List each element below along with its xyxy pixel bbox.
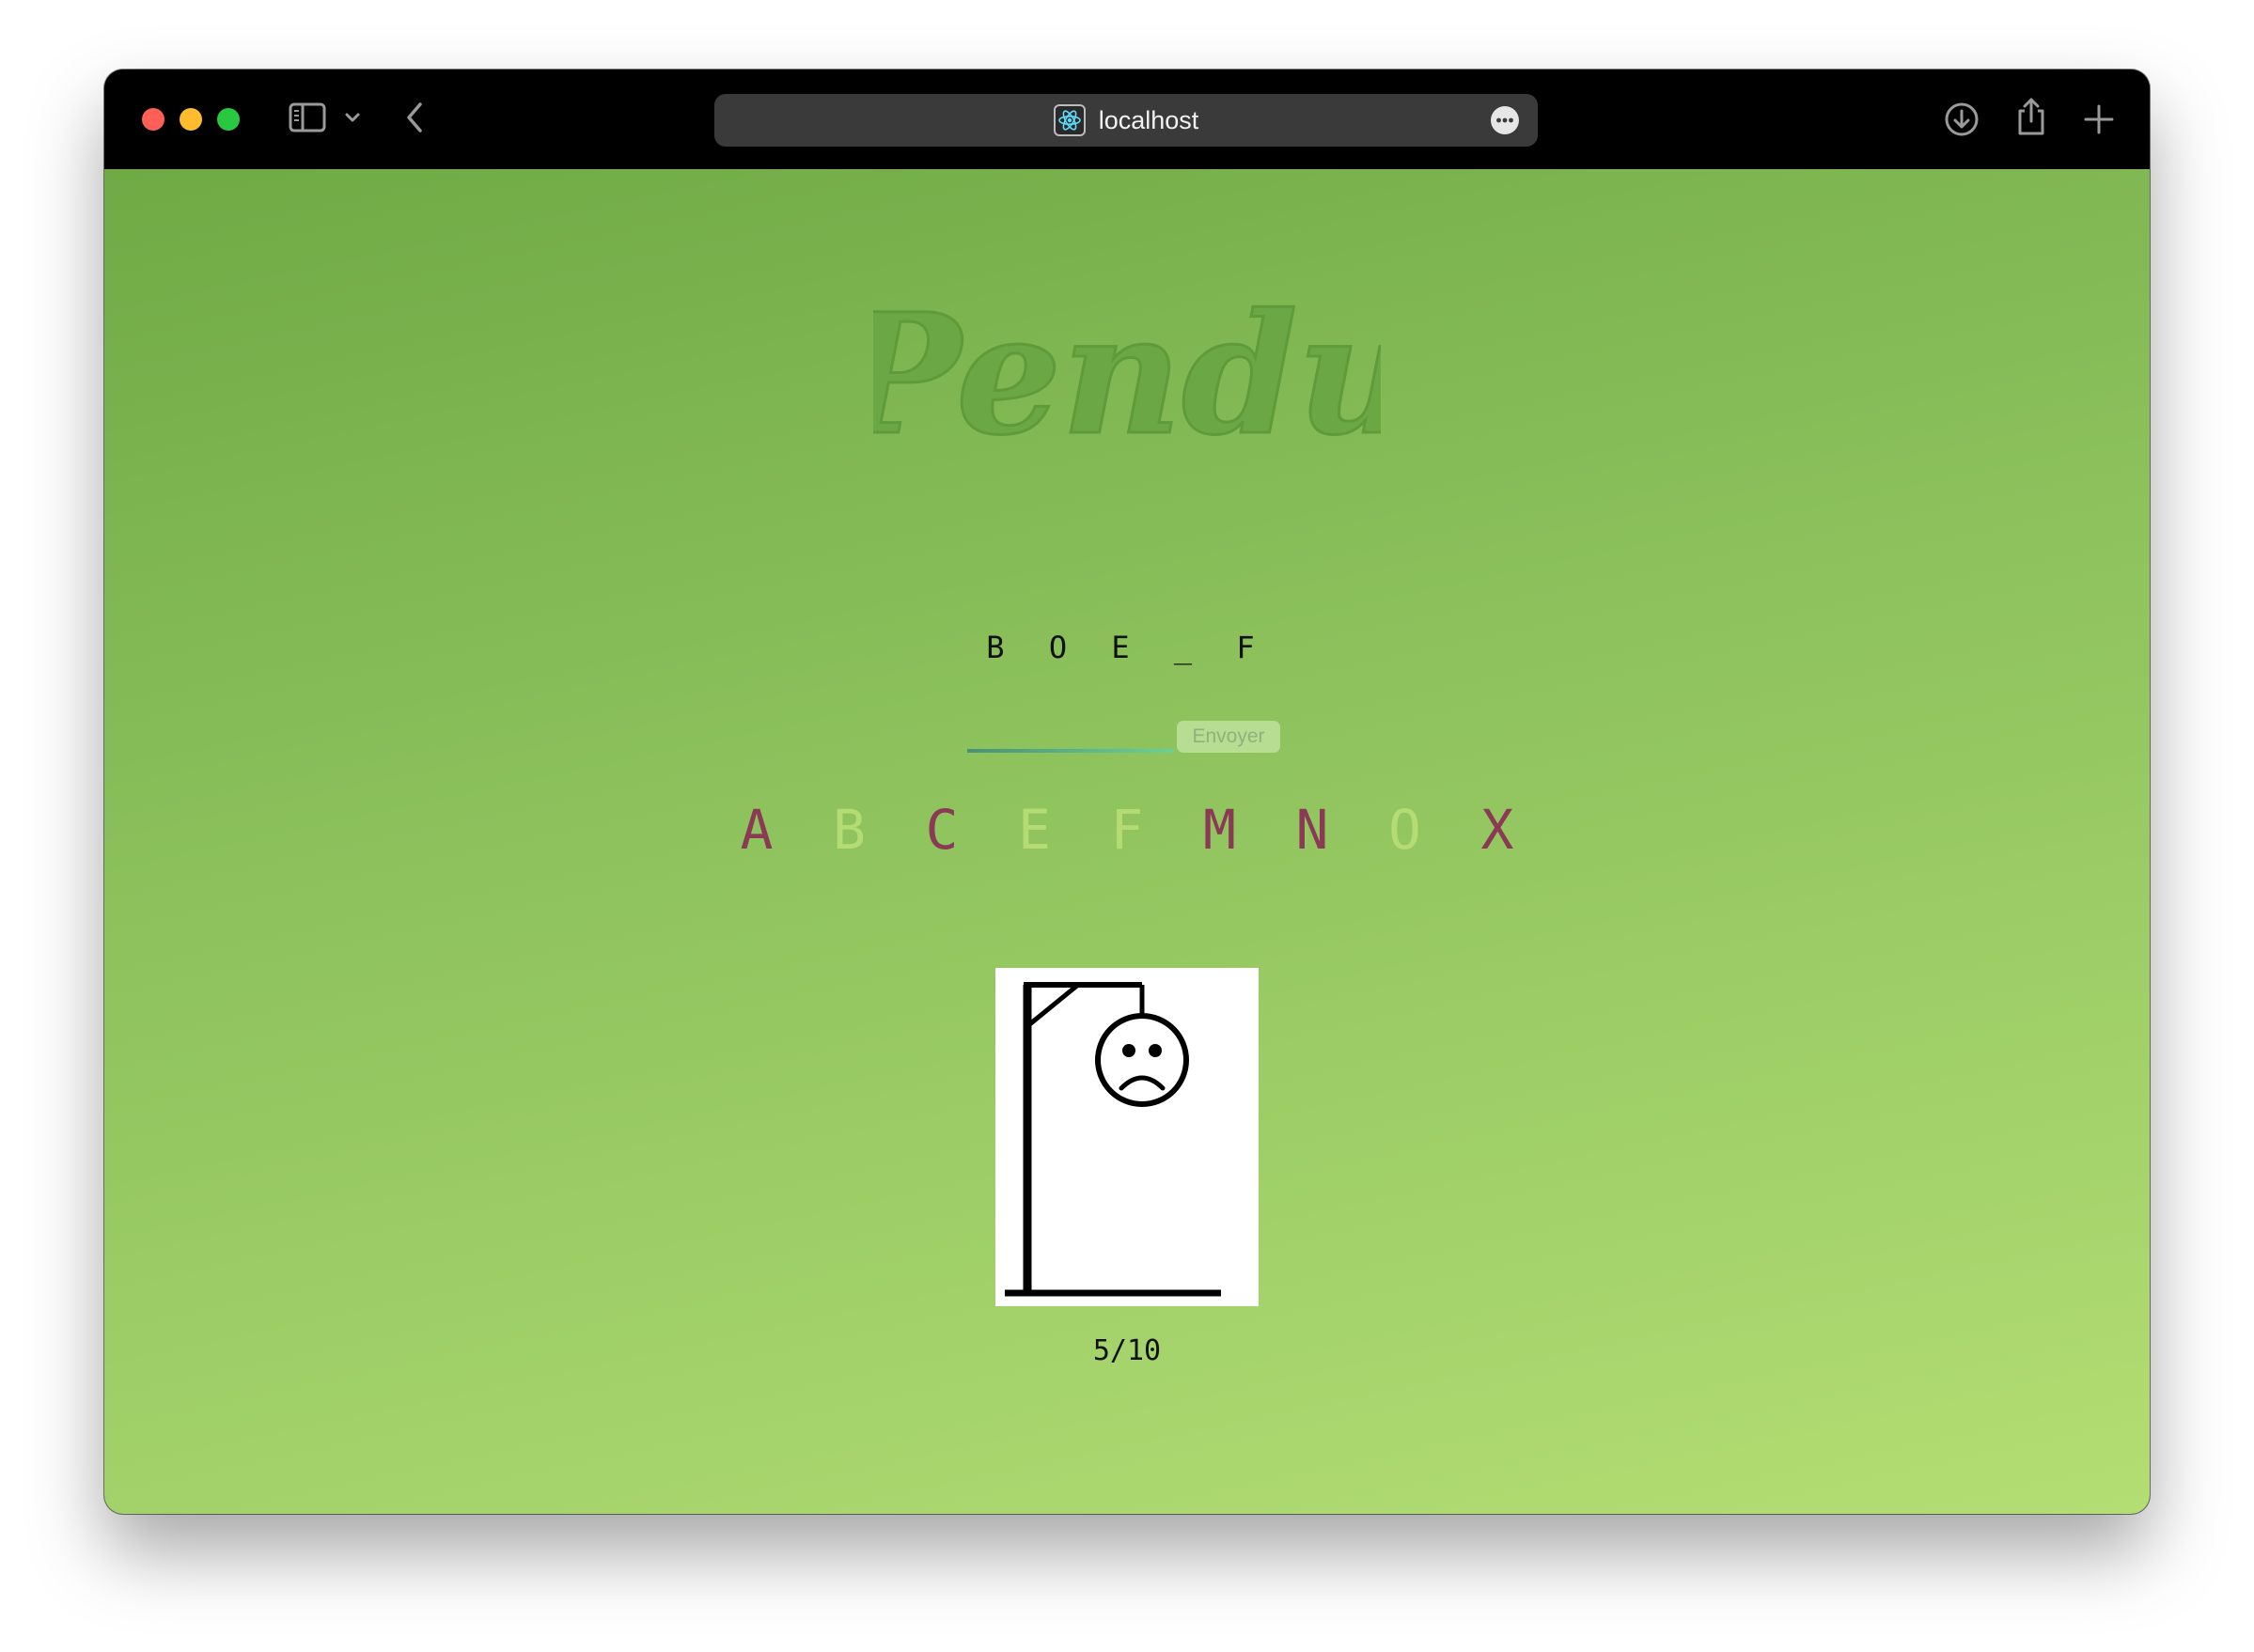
- game-title: Pendu: [873, 277, 1381, 460]
- sidebar-icon[interactable]: [289, 102, 326, 132]
- chevron-left-icon[interactable]: [401, 101, 430, 134]
- attempts-counter: 5/10: [1092, 1334, 1162, 1367]
- guessed-letter-n: N: [1295, 798, 1329, 862]
- share-icon[interactable]: [2012, 96, 2050, 137]
- send-button[interactable]: Envoyer: [1177, 721, 1280, 753]
- sad-face-icon: [1095, 1013, 1189, 1107]
- minimize-window-button[interactable]: [180, 108, 202, 131]
- guessed-letter-f: F: [1110, 798, 1144, 862]
- guessed-letter-o: O: [1388, 798, 1421, 862]
- chevron-down-icon[interactable]: [341, 106, 364, 129]
- address-bar[interactable]: localhost: [714, 94, 1538, 147]
- browser-window: localhost end B O E _ F Envoyer A B C E …: [104, 70, 2150, 1514]
- close-window-button[interactable]: [142, 108, 164, 131]
- guessed-letters: ABCEFMNOX: [104, 797, 2150, 863]
- plus-icon[interactable]: [2080, 101, 2118, 138]
- guessed-letter-a: A: [740, 798, 774, 862]
- browser-toolbar: localhost: [104, 70, 2150, 169]
- page-viewport: Pendu B O E _ F Envoyer ABCEFMNOX 5/10: [104, 169, 2150, 1514]
- react-icon: [1053, 104, 1086, 136]
- guessed-letter-x: X: [1480, 798, 1514, 862]
- guessed-letter-c: C: [925, 798, 959, 862]
- hangman-drawing: [995, 968, 1259, 1306]
- guess-input[interactable]: [967, 719, 1174, 753]
- guessed-letter-m: M: [1203, 798, 1236, 862]
- download-icon[interactable]: [1943, 101, 1980, 138]
- ellipsis-icon[interactable]: [1491, 106, 1519, 134]
- guessed-letter-e: E: [1018, 798, 1051, 862]
- zoom-window-button[interactable]: [217, 108, 240, 131]
- hidden-word: B O E _ F: [986, 630, 1268, 665]
- guessed-letter-b: B: [833, 798, 866, 862]
- url-text: localhost: [1098, 105, 1199, 134]
- gallows-brace: [1025, 983, 1080, 1028]
